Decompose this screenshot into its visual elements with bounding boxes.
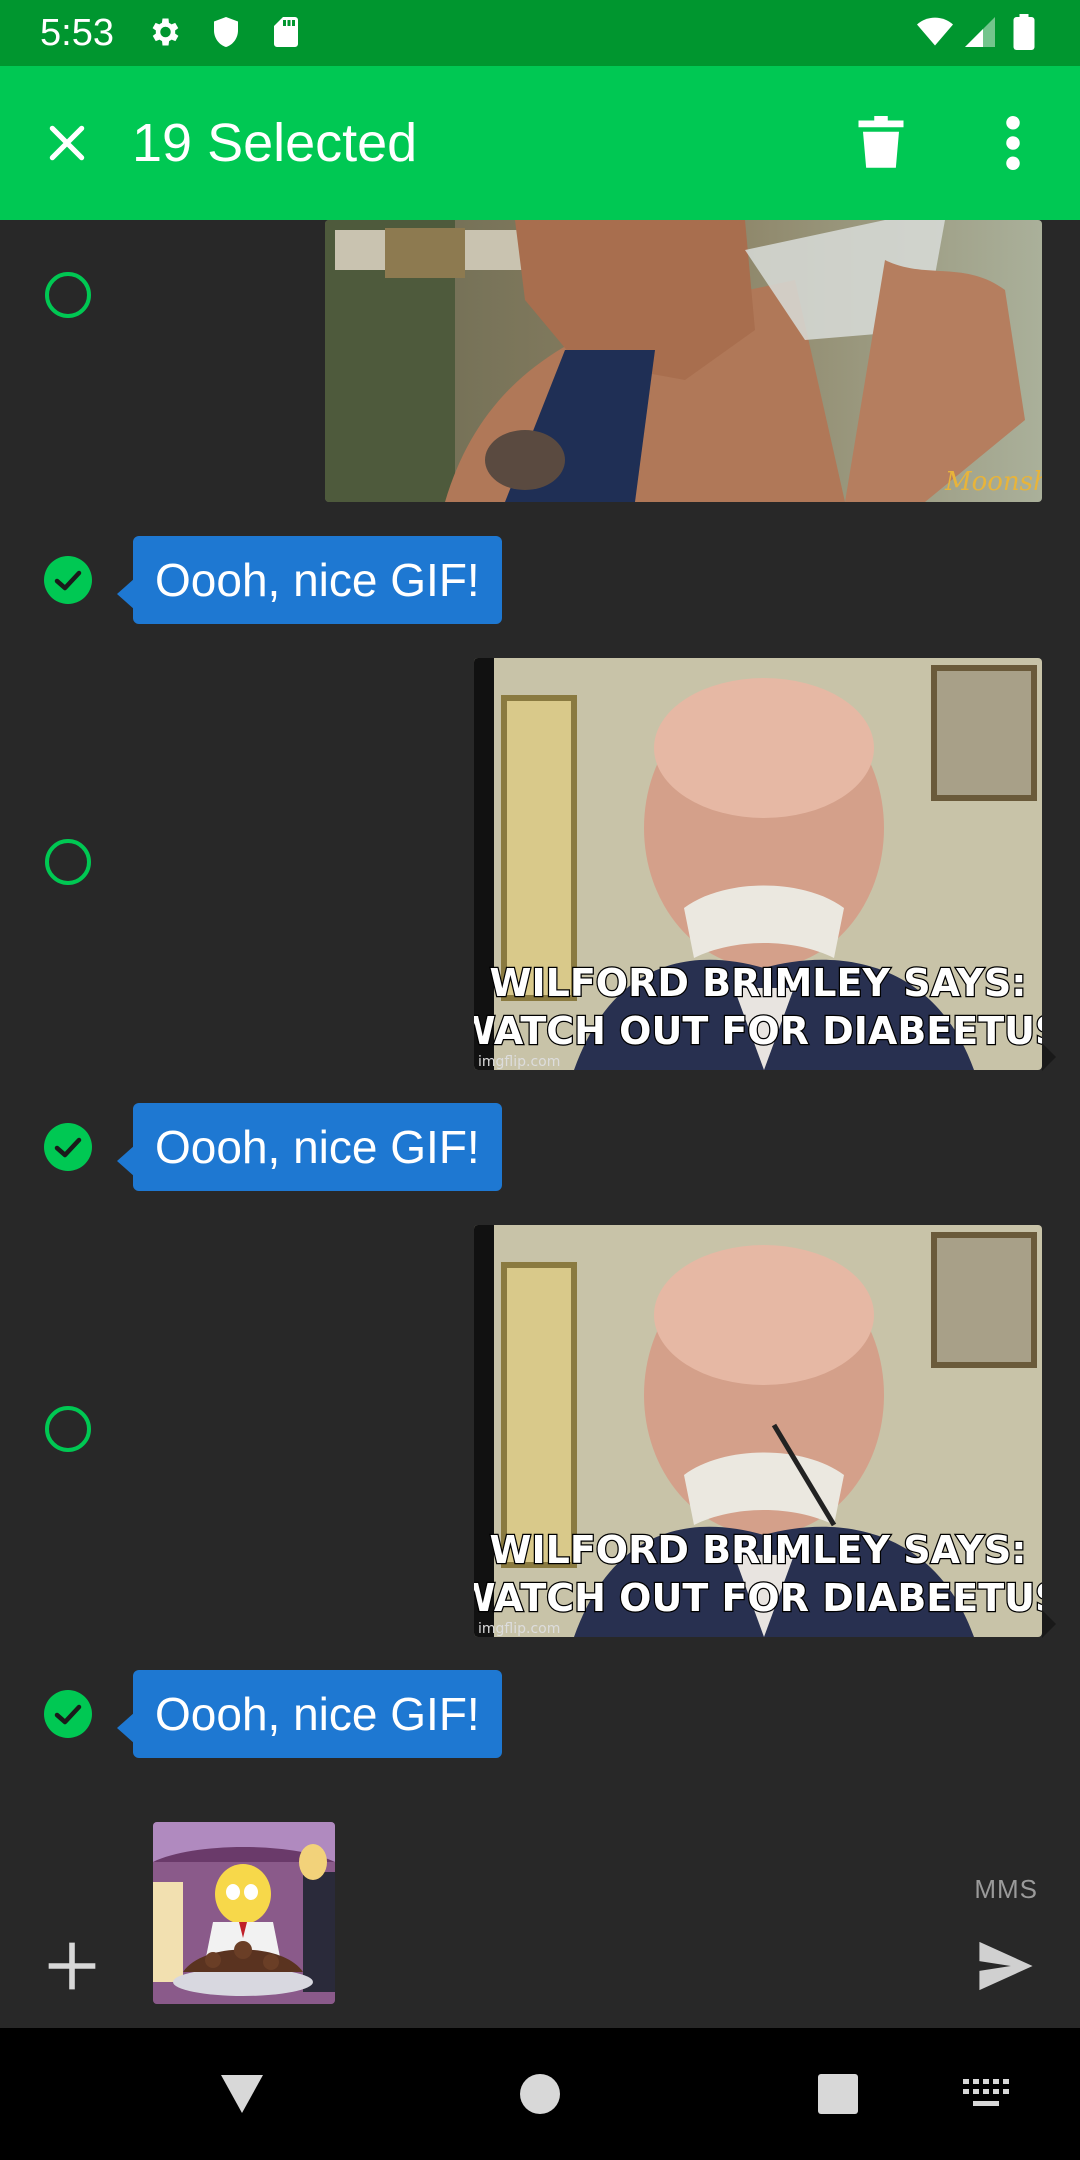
keyboard-switch-button[interactable]	[950, 2058, 1022, 2130]
message-row-gif[interactable]: WILFORD BRIMLEY SAYS: WATCH OUT FOR DIAB…	[0, 1225, 1080, 1645]
close-selection-button[interactable]	[34, 110, 100, 176]
message-composer: MMS	[0, 1810, 1080, 2028]
send-button[interactable]	[972, 1932, 1040, 2000]
close-icon	[49, 125, 85, 161]
message-row-text[interactable]: Oooh, nice GIF!	[0, 1669, 1080, 1759]
message-row-gif[interactable]: Moonshiners	[0, 220, 1080, 510]
message-row-gif[interactable]: WILFORD BRIMLEY SAYS: WATCH OUT FOR DIAB…	[0, 658, 1080, 1078]
selected-check-icon[interactable]	[44, 556, 92, 604]
more-options-button[interactable]	[980, 110, 1046, 176]
unselected-circle-icon[interactable]	[44, 838, 92, 886]
more-vert-icon	[1006, 116, 1020, 170]
gif-image[interactable]: Moonshiners	[325, 220, 1042, 502]
message-row-text[interactable]: Oooh, nice GIF!	[0, 535, 1080, 625]
home-circle-icon	[520, 2074, 560, 2114]
gif-watermark: imgflip.com	[478, 1054, 560, 1070]
recents-button[interactable]	[802, 2058, 874, 2130]
selected-check-icon[interactable]	[44, 1123, 92, 1171]
message-bubble[interactable]: Oooh, nice GIF!	[133, 1103, 502, 1191]
gif-image[interactable]: WILFORD BRIMLEY SAYS: WATCH OUT FOR DIAB…	[474, 1225, 1042, 1637]
cell-signal-icon	[962, 14, 998, 50]
gif-caption-line2: WATCH OUT FOR DIABEETUS	[474, 1009, 1042, 1053]
back-triangle-icon	[221, 2075, 263, 2113]
message-bubble[interactable]: Oooh, nice GIF!	[133, 1670, 502, 1758]
unselected-circle-icon[interactable]	[44, 271, 92, 319]
gear-icon	[146, 14, 182, 50]
sd-card-icon	[268, 14, 304, 50]
selection-count-title: 19 Selected	[132, 113, 418, 173]
svg-text:Moonshiners: Moonshiners	[944, 467, 1042, 497]
gif-caption-line1: WILFORD BRIMLEY SAYS:	[490, 1528, 1027, 1572]
plus-icon	[48, 1942, 96, 1990]
media-tail	[1042, 1610, 1056, 1638]
system-nav-bar	[0, 2028, 1080, 2160]
gif-image[interactable]: WILFORD BRIMLEY SAYS: WATCH OUT FOR DIAB…	[474, 658, 1042, 1070]
wifi-icon	[914, 14, 956, 50]
send-icon	[979, 1941, 1033, 1991]
gif-caption-line2: WATCH OUT FOR DIABEETUS	[474, 1576, 1042, 1620]
gif-caption-line1: WILFORD BRIMLEY SAYS:	[490, 961, 1027, 1005]
conversation-list[interactable]: Moonshiners Oooh, nice GIF!	[0, 220, 1080, 1810]
unselected-circle-icon[interactable]	[44, 1405, 92, 1453]
recents-square-icon	[818, 2074, 858, 2114]
selection-action-bar: 19 Selected	[0, 66, 1080, 220]
battery-icon	[1010, 14, 1038, 50]
message-bubble[interactable]: Oooh, nice GIF!	[133, 536, 502, 624]
home-button[interactable]	[504, 2058, 576, 2130]
status-bar: 5:53	[0, 0, 1080, 66]
status-time: 5:53	[40, 12, 114, 54]
message-row-text[interactable]: Oooh, nice GIF!	[0, 1102, 1080, 1192]
media-tail	[1042, 1043, 1056, 1071]
attachment-thumbnail[interactable]	[153, 1822, 335, 2004]
shield-icon	[208, 14, 244, 50]
gif-watermark: imgflip.com	[478, 1621, 560, 1637]
add-attachment-button[interactable]	[38, 1932, 106, 2000]
mms-indicator: MMS	[974, 1874, 1038, 1904]
selected-check-icon[interactable]	[44, 1690, 92, 1738]
trash-icon	[858, 116, 904, 168]
back-button[interactable]	[206, 2058, 278, 2130]
keyboard-icon	[963, 2079, 1009, 2106]
delete-button[interactable]	[848, 110, 914, 176]
